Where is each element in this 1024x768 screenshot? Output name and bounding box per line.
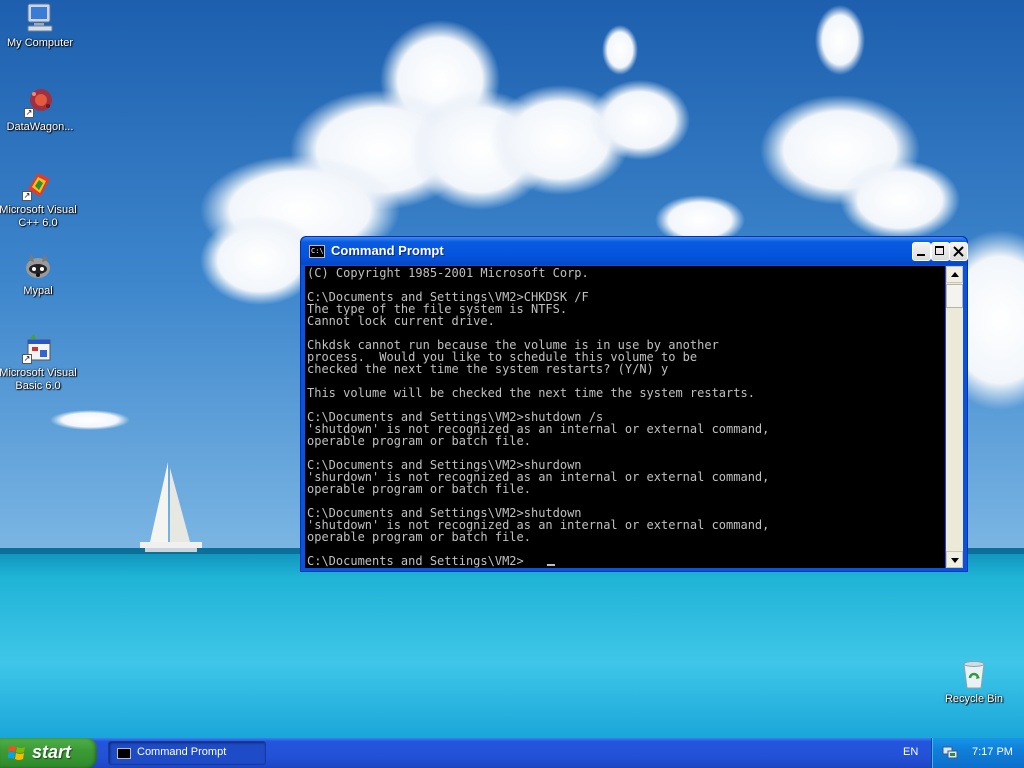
desktop-icon-visual-cpp[interactable]: ↗ Microsoft Visual C++ 6.0 <box>0 169 78 230</box>
console-line: operable program or batch file. <box>307 482 531 496</box>
my-computer-icon <box>24 2 56 34</box>
network-icon[interactable] <box>942 746 958 760</box>
console-line: (C) Copyright 1985-2001 Microsoft Corp. <box>307 266 589 280</box>
close-icon <box>953 246 964 257</box>
taskbar-item-command-prompt[interactable]: Command Prompt <box>108 741 266 765</box>
command-prompt-window[interactable]: C:\ Command Prompt (C) Copyright 1985-20… <box>300 236 968 572</box>
console-output: (C) Copyright 1985-2001 Microsoft Corp. … <box>305 266 945 567</box>
visual-basic-icon: ↗ <box>22 332 54 364</box>
desktop-icon-label: My Computer <box>6 37 74 49</box>
shortcut-arrow-icon: ↗ <box>22 354 32 364</box>
console-line: operable program or batch file. <box>307 434 531 448</box>
desktop-icon-label: Microsoft Visual C++ 6.0 <box>0 204 77 229</box>
maximize-button[interactable] <box>931 242 950 261</box>
desktop-icon-recycle-bin[interactable]: Recycle Bin <box>934 658 1014 706</box>
clock[interactable]: 7:17 PM <box>972 746 1013 758</box>
desktop-icon-visual-basic[interactable]: ↗ Microsoft Visual Basic 6.0 <box>0 332 78 393</box>
cmd-icon: C:\ <box>309 245 325 258</box>
taskbar-item-label: Command Prompt <box>137 746 227 758</box>
desktop-icon-label: DataWagon... <box>6 121 74 133</box>
desktop-icon-my-computer[interactable]: My Computer <box>0 2 80 50</box>
recycle-bin-icon <box>958 658 990 690</box>
cmd-icon <box>117 748 131 759</box>
taskbar: start Command Prompt EN 7:17 PM <box>0 738 1024 768</box>
desktop-icon-label: Recycle Bin <box>944 693 1004 705</box>
console-line: checked the next time the system restart… <box>307 362 669 376</box>
console-line: This volume will be checked the next tim… <box>307 386 755 400</box>
shortcut-arrow-icon: ↗ <box>24 108 34 118</box>
datawagon-icon: ↗ <box>24 86 56 118</box>
desktop-icon-label: Microsoft Visual Basic 6.0 <box>0 367 77 392</box>
console-area[interactable]: (C) Copyright 1985-2001 Microsoft Corp. … <box>305 266 945 568</box>
desktop-icon-label: Mypal <box>23 285 53 297</box>
system-tray: 7:17 PM <box>931 738 1024 768</box>
desktop-icon-datawagon[interactable]: ↗ DataWagon... <box>0 86 80 134</box>
scroll-thumb[interactable] <box>946 284 963 308</box>
window-titlebar[interactable]: C:\ Command Prompt <box>301 237 968 265</box>
console-line: C:\Documents and Settings\VM2> <box>307 554 524 568</box>
windows-logo-icon <box>8 746 25 760</box>
visual-cpp-icon: ↗ <box>22 169 54 201</box>
window-title: Command Prompt <box>331 243 444 258</box>
console-line: Cannot lock current drive. <box>307 314 495 328</box>
language-indicator[interactable]: EN <box>903 746 918 758</box>
text-cursor <box>547 564 555 566</box>
desktop-icon-mypal[interactable]: Mypal <box>0 250 78 298</box>
start-button[interactable]: start <box>0 738 97 768</box>
start-label: start <box>32 742 72 762</box>
minimize-button[interactable] <box>912 242 931 261</box>
close-button[interactable] <box>949 242 968 261</box>
scroll-down-button[interactable] <box>946 551 963 568</box>
mypal-icon <box>22 250 54 282</box>
scroll-up-button[interactable] <box>946 266 963 283</box>
shortcut-arrow-icon: ↗ <box>22 191 32 201</box>
vertical-scrollbar[interactable] <box>946 266 963 568</box>
console-line: operable program or batch file. <box>307 530 531 544</box>
